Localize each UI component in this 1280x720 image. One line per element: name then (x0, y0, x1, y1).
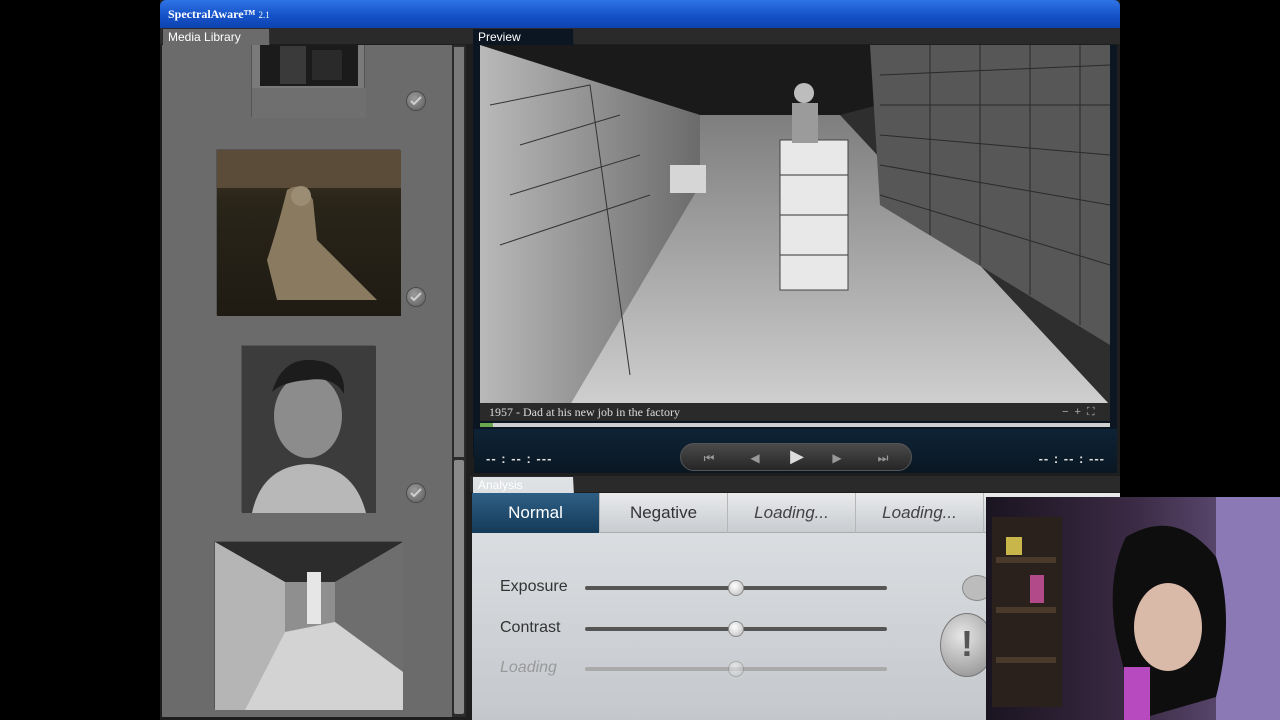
thumb-3-image (242, 346, 376, 513)
skip-forward-icon[interactable]: ⏭ (871, 448, 895, 468)
app-name: SpectralAware™ (168, 7, 256, 21)
check-icon[interactable] (406, 91, 426, 111)
contrast-label: Contrast (500, 619, 561, 636)
caption-bar: 1957 - Dad at his new job in the factory… (480, 403, 1110, 421)
loading-knob (728, 661, 744, 677)
checkmark-icon (410, 488, 422, 498)
title-bar: SpectralAware™ 2.1 (160, 0, 1120, 28)
contrast-slider[interactable] (585, 621, 887, 637)
play-icon[interactable]: ▶ (785, 446, 809, 466)
tab-normal[interactable]: Normal (472, 493, 600, 533)
photo-caption: 1957 - Dad at his new job in the factory (489, 405, 680, 419)
exposure-slider[interactable] (585, 580, 887, 596)
step-forward-icon[interactable]: ▶ (825, 448, 849, 468)
tab-strip (160, 28, 1120, 44)
step-back-icon[interactable]: ◀ (743, 448, 767, 468)
playback-progress[interactable] (480, 423, 1110, 427)
check-icon[interactable] (406, 287, 426, 307)
library-thumb-4[interactable] (214, 541, 403, 710)
exposure-label: Exposure (500, 578, 568, 595)
factory-photo (480, 45, 1111, 405)
window-title: SpectralAware™ 2.1 (168, 7, 270, 22)
library-thumb-3[interactable] (241, 345, 376, 513)
transport-bar: -- : -- : --- ⏮ ◀ ▶ ▶ ⏭ -- : -- : --- (474, 429, 1117, 473)
checkmark-icon (410, 292, 422, 302)
zoom-out-icon[interactable]: − (1062, 406, 1068, 419)
scroll-track[interactable] (454, 47, 464, 457)
thumb-4-image (215, 542, 403, 710)
skip-back-icon[interactable]: ⏮ (697, 448, 721, 468)
library-thumb-2[interactable] (216, 149, 401, 316)
loading-slider-label: Loading (500, 659, 557, 676)
loading-slider (585, 661, 887, 677)
time-elapsed: -- : -- : --- (486, 451, 553, 466)
app-version: 2.1 (258, 10, 270, 20)
zoom-in-icon[interactable]: + (1074, 406, 1080, 419)
tab-loading-2[interactable]: Loading... (856, 493, 984, 533)
fullscreen-icon[interactable]: ⛶ (1087, 406, 1095, 419)
contrast-knob[interactable] (728, 621, 744, 637)
checkmark-icon (410, 96, 422, 106)
preview-pane: 1957 - Dad at his new job in the factory… (474, 45, 1117, 473)
webcam-overlay (986, 497, 1280, 720)
webcam-feed (986, 497, 1280, 720)
transport-controls: ⏮ ◀ ▶ ▶ ⏭ (680, 443, 912, 471)
thumb-2-image (217, 150, 401, 316)
media-library (162, 45, 452, 717)
tab-negative[interactable]: Negative (600, 493, 728, 533)
progress-fill (480, 423, 493, 427)
app-window: SpectralAware™ 2.1 Media Library Preview (160, 0, 1120, 720)
thumb-1-image (252, 45, 366, 118)
zoom-controls: − + ⛶ (1062, 406, 1104, 419)
library-thumb-1[interactable] (251, 45, 366, 118)
exposure-knob[interactable] (728, 580, 744, 596)
time-remaining: -- : -- : --- (1038, 451, 1105, 466)
check-icon[interactable] (406, 483, 426, 503)
preview-image[interactable] (480, 45, 1111, 405)
scroll-thumb[interactable] (454, 460, 464, 714)
library-scrollbar[interactable] (452, 45, 466, 717)
tab-loading-1[interactable]: Loading... (728, 493, 856, 533)
